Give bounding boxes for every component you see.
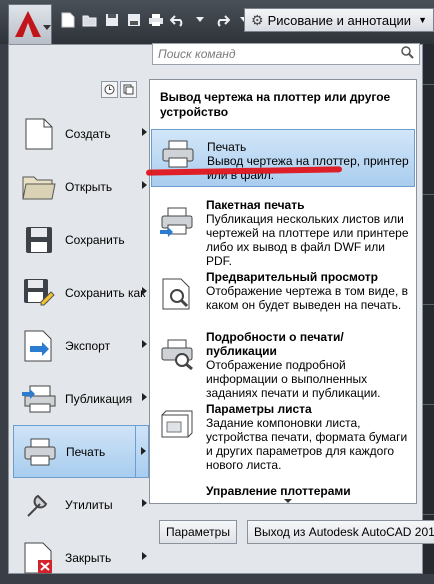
autocad-logo-icon — [15, 11, 41, 37]
plot-preview-icon — [159, 276, 195, 312]
drawing-canvas — [423, 44, 434, 574]
options-button[interactable]: Параметры — [159, 520, 237, 544]
option-plot-preview[interactable]: Предварительный просмотр Отображение черт… — [151, 270, 415, 322]
recent-documents-icon[interactable] — [101, 81, 118, 98]
menu-list: Создать Открыть Сохранить Сохранить как … — [13, 107, 149, 584]
chevron-right-icon — [142, 287, 147, 295]
option-text: Пакетная печать Публикация нескольких лис… — [206, 198, 411, 268]
print-icon[interactable] — [146, 10, 166, 30]
chevron-right-icon — [142, 340, 147, 348]
quick-access-toolbar — [58, 10, 254, 30]
chevron-right-icon — [142, 128, 147, 136]
publish-icon — [21, 381, 57, 417]
application-menu-button[interactable] — [8, 4, 52, 44]
menu-item-label: Сохранить — [65, 232, 125, 247]
chevron-right-icon — [142, 499, 147, 507]
open-icon[interactable] — [80, 10, 100, 30]
option-desc: Отображение подробной информации о выпол… — [206, 358, 381, 400]
workspace-label: Рисование и аннотации — [267, 12, 412, 28]
bottom-bar: Параметры Выход из Autodesk AutoCAD 2014 — [159, 520, 434, 544]
save-as-icon[interactable] — [124, 10, 144, 30]
printer-icon — [160, 136, 196, 172]
option-desc: Публикация нескольких листов или чертеже… — [206, 212, 409, 268]
chevron-right-icon — [142, 393, 147, 401]
printer-icon — [22, 434, 58, 470]
chevron-down-icon — [43, 25, 51, 30]
option-text: Управление плоттерами — [206, 484, 411, 498]
option-batch-plot[interactable]: Пакетная печать Публикация нескольких лис… — [151, 198, 415, 268]
option-title: Пакетная печать — [206, 198, 305, 212]
new-icon[interactable] — [58, 10, 78, 30]
recent-open-toggle — [101, 81, 137, 98]
option-title: Печать — [207, 140, 247, 154]
print-submenu: Вывод чертежа на плоттер или другое устр… — [149, 79, 417, 504]
menu-item-publish[interactable]: Публикация — [13, 372, 149, 425]
option-title: Параметры листа — [206, 402, 312, 416]
menu-item-utilities[interactable]: Утилиты — [13, 478, 149, 531]
option-plot-details[interactable]: Подробности о печати/публикации Отображен… — [151, 330, 415, 400]
export-icon — [21, 328, 57, 364]
submenu-title: Вывод чертежа на плоттер или другое устр… — [160, 90, 391, 119]
scroll-down-icon[interactable] — [284, 499, 292, 503]
option-page-setup[interactable]: Параметры листа Задание компоновки листа,… — [151, 402, 415, 474]
option-title: Предварительный просмотр — [206, 270, 378, 284]
chevron-right-icon[interactable] — [141, 447, 146, 455]
plot-details-icon — [159, 336, 195, 372]
menu-item-label: Публикация — [65, 391, 133, 406]
undo-icon[interactable] — [168, 10, 188, 30]
utilities-icon — [21, 487, 57, 523]
save-icon[interactable] — [102, 10, 122, 30]
option-text: Печать Вывод чертежа на плоттер, принтер … — [207, 140, 412, 182]
menu-item-label: Создать — [65, 126, 111, 141]
menu-item-label: Открыть — [65, 179, 113, 194]
menu-item-label: Закрыть — [65, 550, 112, 565]
menu-item-save[interactable]: Сохранить — [13, 213, 149, 266]
exit-autocad-button[interactable]: Выход из Autodesk AutoCAD 2014 — [246, 520, 434, 544]
menu-item-label: Экспорт — [65, 338, 111, 353]
option-text: Параметры листа Задание компоновки листа,… — [206, 402, 411, 472]
option-manage-plotters[interactable]: Управление плоттерами — [151, 484, 415, 503]
menu-item-label: Печать — [66, 444, 106, 459]
menu-item-label: Сохранить как — [65, 285, 146, 300]
chevron-down-icon: ▼ — [418, 15, 427, 25]
menu-item-create[interactable]: Создать — [13, 107, 149, 160]
batch-plot-icon — [159, 204, 195, 240]
chevron-down-icon[interactable] — [190, 10, 210, 30]
menu-item-print[interactable]: Печать — [13, 425, 149, 478]
application-menu: Поиск команд Создать Открыть Сохранить С… — [8, 43, 434, 574]
open-folder-icon — [21, 169, 57, 205]
option-title: Управление плоттерами — [206, 484, 351, 498]
option-text: Предварительный просмотр Отображение черт… — [206, 270, 411, 312]
new-document-icon — [21, 116, 57, 152]
split-divider — [135, 426, 136, 477]
option-desc: Отображение чертежа в том виде, в каком … — [206, 284, 409, 312]
chevron-right-icon — [142, 181, 147, 189]
menu-item-save-as[interactable]: Сохранить как — [13, 266, 149, 319]
menu-item-export[interactable]: Экспорт — [13, 319, 149, 372]
search-icon — [401, 46, 414, 62]
title-bar: ⚙ Рисование и аннотации ▼ — [0, 0, 434, 44]
option-title: Подробности о печати/публикации — [206, 330, 344, 358]
redo-icon[interactable] — [212, 10, 232, 30]
open-documents-icon[interactable] — [120, 81, 137, 98]
menu-item-open[interactable]: Открыть — [13, 160, 149, 213]
save-icon — [21, 222, 57, 258]
gear-icon: ⚙ — [251, 11, 264, 28]
option-print[interactable]: Печать Вывод чертежа на плоттер, принтер … — [151, 129, 415, 187]
page-setup-icon — [159, 408, 195, 444]
search-placeholder: Поиск команд — [158, 47, 236, 61]
chevron-right-icon — [142, 552, 147, 560]
save-as-icon — [21, 275, 57, 311]
search-input[interactable]: Поиск команд — [152, 43, 420, 65]
workspace-dropdown[interactable]: ⚙ Рисование и аннотации ▼ — [244, 8, 434, 32]
menu-item-label: Утилиты — [65, 497, 113, 512]
option-text: Подробности о печати/публикации Отображен… — [206, 330, 411, 400]
close-document-icon — [21, 540, 57, 576]
option-desc: Задание компоновки листа, устройства печ… — [206, 416, 408, 472]
menu-item-close[interactable]: Закрыть — [13, 531, 149, 584]
